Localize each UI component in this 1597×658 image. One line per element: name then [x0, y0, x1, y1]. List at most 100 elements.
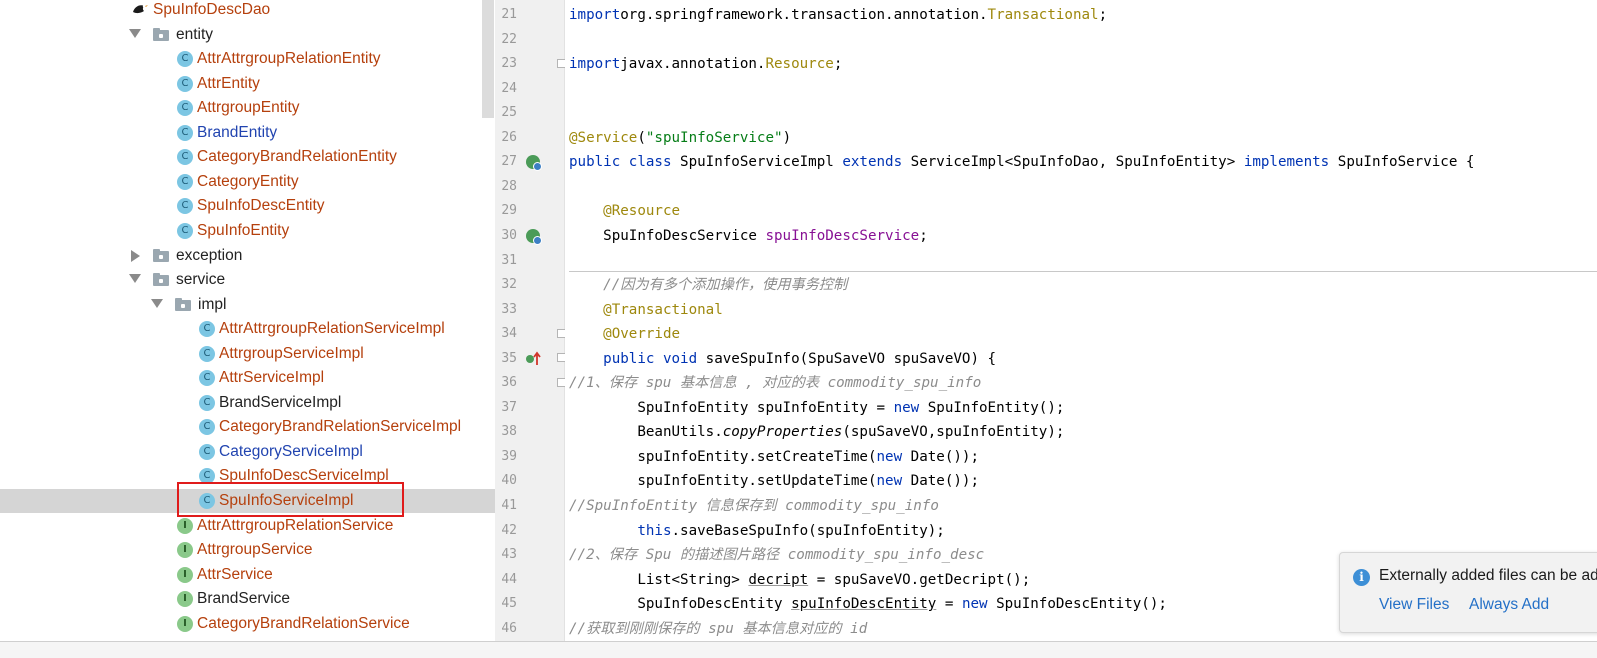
code-token: new	[876, 473, 903, 490]
code-token: "spuInfoService"	[645, 129, 783, 146]
code-token: copyProperties	[722, 424, 843, 441]
code-line[interactable]: public class SpuInfoServiceImpl extends …	[569, 150, 1474, 174]
code-token: SpuInfoServiceImpl	[671, 154, 843, 171]
tree-item-spuinfodescentity[interactable]: C SpuInfoDescEntity	[0, 194, 495, 218]
tree-item-attrgroupserviceimpl[interactable]: C AttrgroupServiceImpl	[0, 342, 495, 366]
tree-item-brandentity[interactable]: C BrandEntity	[0, 121, 495, 145]
tree-item-brandservice[interactable]: I BrandService	[0, 587, 495, 611]
code-line[interactable]: //2、保存 Spu 的描述图片路径 commodity_spu_info_de…	[569, 543, 984, 567]
code-editor[interactable]: importorg.springframework.transaction.an…	[565, 0, 1597, 641]
line-number: 23	[501, 56, 517, 72]
line-number: 26	[501, 129, 517, 145]
code-line[interactable]: spuInfoEntity.setCreateTime(new Date());	[569, 445, 979, 469]
code-line[interactable]: //1、保存 spu 基本信息 , 对应的表 commodity_spu_inf…	[569, 371, 981, 395]
method-separator	[569, 271, 1597, 272]
tree-item-categorybrandrelationservice[interactable]: I CategoryBrandRelationService	[0, 612, 495, 636]
tree-item-label: AttrAttrgroupRelationEntity	[197, 50, 381, 68]
tree-item-label: CategoryBrandRelationService	[197, 614, 410, 632]
project-tree[interactable]: SpuInfoDescDao entity C AttrAttrgroupRelati…	[0, 0, 495, 641]
always-add-link[interactable]: Always Add	[1469, 596, 1549, 614]
tree-item-label: AttrgroupService	[197, 541, 313, 559]
tree-item-attrentity[interactable]: C AttrEntity	[0, 72, 495, 96]
override-method-icon[interactable]	[525, 351, 543, 367]
code-line[interactable]: spuInfoEntity.setUpdateTime(new Date());	[569, 469, 979, 493]
code-token: @Service	[569, 129, 638, 146]
code-token: extends	[842, 154, 903, 171]
tree-item-categorybrandrelationentity[interactable]: C CategoryBrandRelationEntity	[0, 145, 495, 169]
code-line[interactable]: BeanUtils.copyProperties(spuSaveVO,spuIn…	[569, 420, 1064, 444]
code-line[interactable]: @Resource	[569, 199, 680, 223]
tree-item-label: BrandServiceImpl	[219, 393, 342, 411]
code-token: org.springframework.transaction.annotati…	[620, 7, 988, 23]
code-line[interactable]: SpuInfoDescEntity spuInfoDescEntity = ne…	[569, 592, 1167, 616]
package-folder-icon	[153, 248, 169, 262]
tree-scrollbar[interactable]	[482, 0, 494, 118]
code-token: spuInfoDescService	[765, 227, 920, 244]
line-number: 35	[501, 350, 517, 366]
view-files-link[interactable]: View Files	[1379, 596, 1449, 614]
spring-bean-icon[interactable]	[526, 155, 542, 172]
class-icon: C	[177, 222, 193, 239]
tree-item-brandserviceimpl[interactable]: C BrandServiceImpl	[0, 391, 495, 415]
code-token: =	[936, 596, 962, 613]
code-token: )	[782, 129, 792, 146]
code-line[interactable]: @Service("spuInfoService")	[569, 126, 791, 150]
tree-item-categoryentity[interactable]: C CategoryEntity	[0, 170, 495, 194]
tree-item-spuinfoentity[interactable]: C SpuInfoEntity	[0, 219, 495, 243]
tree-item-attrgroupentity[interactable]: C AttrgroupEntity	[0, 96, 495, 120]
tree-item-attrservice[interactable]: I AttrService	[0, 563, 495, 587]
package-folder-icon	[175, 297, 191, 311]
class-icon: C	[177, 75, 193, 92]
tree-item-categoryserviceimpl[interactable]: C CategoryServiceImpl	[0, 440, 495, 464]
code-token: SpuInfoEntity spuInfoEntity =	[569, 399, 894, 416]
code-line[interactable]: this.saveBaseSpuInfo(spuInfoEntity);	[569, 519, 945, 543]
code-token: spuInfoEntity.setCreateTime(	[569, 448, 877, 465]
chevron-down-icon[interactable]	[151, 298, 163, 308]
tree-item-attrgroupservice[interactable]: I AttrgroupService	[0, 538, 495, 562]
code-token: saveSpuInfo(SpuSaveVO spuSaveVO) {	[697, 350, 997, 367]
line-number: 29	[501, 203, 517, 219]
autowired-bean-icon[interactable]	[526, 228, 542, 245]
code-line[interactable]: public void saveSpuInfo(SpuSaveVO spuSav…	[569, 347, 996, 371]
chevron-down-icon[interactable]	[129, 274, 141, 284]
code-line[interactable]: importorg.springframework.transaction.an…	[569, 3, 1107, 27]
editor-gutter: 21 22 23 24 25 26 27 28 29 30 31 32 33 34 35 36 37 38 39 40…	[495, 0, 566, 641]
tree-item-label: AttrgroupServiceImpl	[219, 344, 364, 362]
class-icon: C	[199, 370, 215, 387]
tree-item-attrattrgrouprelationentity[interactable]: C AttrAttrgroupRelationEntity	[0, 47, 495, 71]
line-number: 21	[501, 7, 517, 22]
tree-item-attrattrgrouprelationserviceimpl[interactable]: C AttrAttrgroupRelationServiceImpl	[0, 317, 495, 341]
chevron-right-icon[interactable]	[131, 249, 140, 262]
git-notification-balloon[interactable]: i Externally added files can be added to…	[1339, 552, 1597, 633]
code-line[interactable]: //因为有多个添加操作，使用事务控制	[569, 273, 847, 297]
tree-item-label: AttrEntity	[197, 74, 260, 92]
code-line[interactable]: List<String> decript = spuSaveVO.getDecr…	[569, 568, 1030, 592]
tree-item-attrserviceimpl[interactable]: C AttrServiceImpl	[0, 366, 495, 390]
tree-item-impl[interactable]: impl	[0, 293, 495, 317]
tree-item-entity[interactable]: entity	[0, 23, 495, 47]
tree-item-categorybrandrelationserviceimpl[interactable]: C CategoryBrandRelationServiceImpl	[0, 415, 495, 439]
tree-item-label: AttrgroupEntity	[197, 99, 300, 117]
chevron-down-icon[interactable]	[129, 28, 141, 38]
code-line[interactable]: //获取到刚刚保存的 spu 基本信息对应的 id	[569, 617, 867, 641]
package-folder-icon	[153, 273, 169, 287]
tree-item-attrattrgrouprelationservice[interactable]: I AttrAttrgroupRelationService	[0, 514, 495, 538]
code-token: public void	[603, 350, 698, 367]
code-line[interactable]: SpuInfoEntity spuInfoEntity = new SpuInf…	[569, 396, 1064, 420]
tree-item-exception[interactable]: exception	[0, 244, 495, 268]
code-line[interactable]: SpuInfoDescService spuInfoDescService;	[569, 224, 928, 248]
code-line[interactable]: importjavax.annotation.Resource;	[569, 52, 842, 76]
code-line[interactable]: @Override	[569, 322, 680, 346]
line-number: 46	[501, 620, 517, 636]
tree-item-spuinfodescdao[interactable]: SpuInfoDescDao	[0, 0, 495, 22]
code-line[interactable]: //SpuInfoEntity 信息保存到 commodity_spu_info	[569, 494, 939, 518]
code-token: SpuInfoService {	[1329, 154, 1475, 171]
line-number: 44	[501, 571, 517, 587]
tree-item-service[interactable]: service	[0, 268, 495, 292]
tree-item-label: impl	[198, 295, 227, 313]
tree-item-label: SpuInfoDescEntity	[197, 197, 325, 215]
code-line[interactable]: @Transactional	[569, 298, 723, 322]
